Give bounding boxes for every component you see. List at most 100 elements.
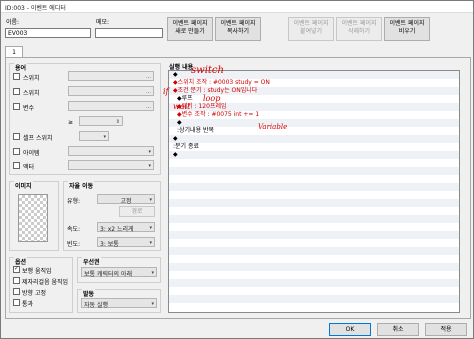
list-empty-row (169, 159, 459, 167)
command-line[interactable]: ◆대기 : 120프레임 (169, 103, 459, 111)
switch1-checkbox[interactable] (13, 73, 20, 80)
speed-select[interactable]: 3: x2 느리게 ▾ (97, 222, 155, 233)
variable-select[interactable]: … (68, 101, 154, 111)
actor-checkbox[interactable] (13, 162, 20, 169)
window-title: ID:003 - 이벤트 에디터 (5, 5, 66, 12)
copy-page-button[interactable]: 이벤트 페이지 복사하기 (215, 17, 261, 41)
chevron-down-icon: ▾ (151, 301, 154, 307)
command-text: ◆ (177, 119, 182, 126)
command-text: ◆조건 분기 : study는 ON입니다 (173, 87, 258, 94)
image-preview[interactable] (18, 194, 48, 242)
chevron-down-icon: ▾ (148, 163, 151, 169)
note-field[interactable] (95, 28, 163, 38)
list-empty-row (169, 231, 459, 239)
new-page-button[interactable]: 이벤트 페이지 새로 만들기 (167, 17, 213, 41)
conditions-title: 용어 (14, 63, 28, 72)
switch2-label: 스위치 (23, 90, 40, 97)
speed-label: 속도: (67, 226, 81, 233)
copy-page-button-line1: 이벤트 페이지 (220, 20, 256, 27)
clear-page-button-line1: 이벤트 페이지 (389, 20, 425, 27)
variable-checkbox[interactable] (13, 103, 20, 110)
name-label: 이름: (6, 19, 20, 26)
chevron-down-icon: ▾ (148, 149, 151, 155)
command-line[interactable]: ◆ (169, 151, 459, 159)
title-bar: ID:003 - 이벤트 에디터 (1, 1, 473, 13)
clear-page-button[interactable]: 이벤트 페이지 비우기 (384, 17, 430, 41)
chevron-down-icon: ▾ (149, 197, 152, 203)
list-empty-row (169, 295, 459, 303)
frequency-select[interactable]: 3: 보통 ▾ (97, 237, 155, 248)
frequency-label: 빈도: (67, 241, 81, 248)
command-text: :분기 종료 (173, 143, 200, 150)
self-switch-checkbox[interactable] (13, 133, 20, 140)
paste-page-button-line2: 붙여넣기 (299, 28, 323, 35)
chevron-down-icon: ▾ (151, 270, 154, 276)
copy-page-button-line2: 복사하기 (226, 28, 250, 35)
command-text: ◆스위치 조작 : #0003 study = ON (173, 79, 270, 86)
list-empty-row (169, 175, 459, 183)
command-text: ◆ (173, 71, 178, 78)
list-empty-row (169, 255, 459, 263)
priority-title: 우선권 (82, 257, 101, 266)
list-empty-row (169, 223, 459, 231)
spin-icon: ⇕ (115, 119, 120, 125)
trigger-select[interactable]: 자동 실행 ▾ (81, 298, 157, 309)
command-text: :상기내용 반복 (177, 127, 215, 134)
new-page-button-line2: 새로 만들기 (175, 28, 205, 35)
apply-button[interactable]: 적용 (425, 323, 467, 336)
list-empty-row (169, 215, 459, 223)
command-line[interactable]: ◆스위치 조작 : #0003 study = ON (169, 79, 459, 87)
ellipsis-icon: … (146, 104, 151, 110)
type-label: 유형: (67, 198, 81, 205)
priority-select[interactable]: 보통 캐릭터의 아래 ▾ (81, 267, 157, 278)
list-empty-row (169, 287, 459, 295)
command-text: ◆루프 (177, 95, 193, 102)
command-line[interactable]: :상기내용 반복 (169, 127, 459, 135)
through-label: 통과 (22, 301, 34, 308)
list-empty-row (169, 247, 459, 255)
cancel-button[interactable]: 취소 (377, 323, 419, 336)
walking-label: 보행 움직임 (22, 268, 52, 275)
command-line[interactable]: ◆ (169, 119, 459, 127)
note-label: 메모: (96, 19, 110, 26)
through-checkbox[interactable] (13, 299, 20, 306)
switch1-select[interactable]: … (68, 71, 154, 81)
stepping-checkbox[interactable] (13, 277, 20, 284)
command-line[interactable]: :분기 종료 (169, 143, 459, 151)
list-empty-row (169, 239, 459, 247)
paste-page-button[interactable]: 이벤트 페이지 붙여넣기 (288, 17, 334, 41)
list-empty-row (169, 271, 459, 279)
ok-button[interactable]: OK (329, 323, 371, 336)
direction-fix-checkbox[interactable] (13, 288, 20, 295)
variable-value-field[interactable]: ⇕ (79, 116, 123, 126)
self-switch-select[interactable]: ▾ (79, 131, 109, 141)
actor-select[interactable]: ▾ (68, 160, 154, 170)
command-line[interactable]: ◆ (169, 135, 459, 143)
type-select[interactable]: 고정 ▾ (97, 194, 155, 205)
item-checkbox[interactable] (13, 148, 20, 155)
command-line[interactable]: ◆변수 조작 : #0075 int += 1 (169, 111, 459, 119)
route-button[interactable]: 경로 (119, 206, 155, 217)
switch2-select[interactable]: … (68, 86, 154, 96)
image-title: 이미지 (14, 181, 33, 190)
list-empty-row (169, 207, 459, 215)
walking-checkbox[interactable] (13, 265, 20, 273)
direction-fix-label: 방향 고정 (22, 290, 46, 297)
contents-list[interactable]: ◆ ◆스위치 조작 : #0003 study = ON ◆조건 분기 : st… (168, 70, 460, 313)
handwritten-annotation: if (163, 87, 169, 96)
stepping-label: 제자리걸음 움직임 (22, 279, 69, 286)
clear-page-button-line2: 비우기 (398, 28, 416, 35)
name-field[interactable]: EV003 (5, 28, 91, 38)
frequency-value: 3: 보통 (100, 241, 119, 248)
actor-label: 액터 (23, 164, 35, 171)
delete-page-button-line1: 이벤트 페이지 (341, 20, 377, 27)
chevron-down-icon: ▾ (149, 225, 152, 231)
list-empty-row (169, 303, 459, 311)
switch2-checkbox[interactable] (13, 88, 20, 95)
command-text: ◆ (173, 151, 178, 158)
item-select[interactable]: ▾ (68, 146, 154, 156)
autonomous-title: 자율 이동 (68, 181, 95, 190)
handwritten-annotation: switch (191, 65, 224, 76)
delete-page-button[interactable]: 이벤트 페이지 삭제하기 (336, 17, 382, 41)
self-switch-label: 셀프 스위치 (23, 135, 53, 142)
